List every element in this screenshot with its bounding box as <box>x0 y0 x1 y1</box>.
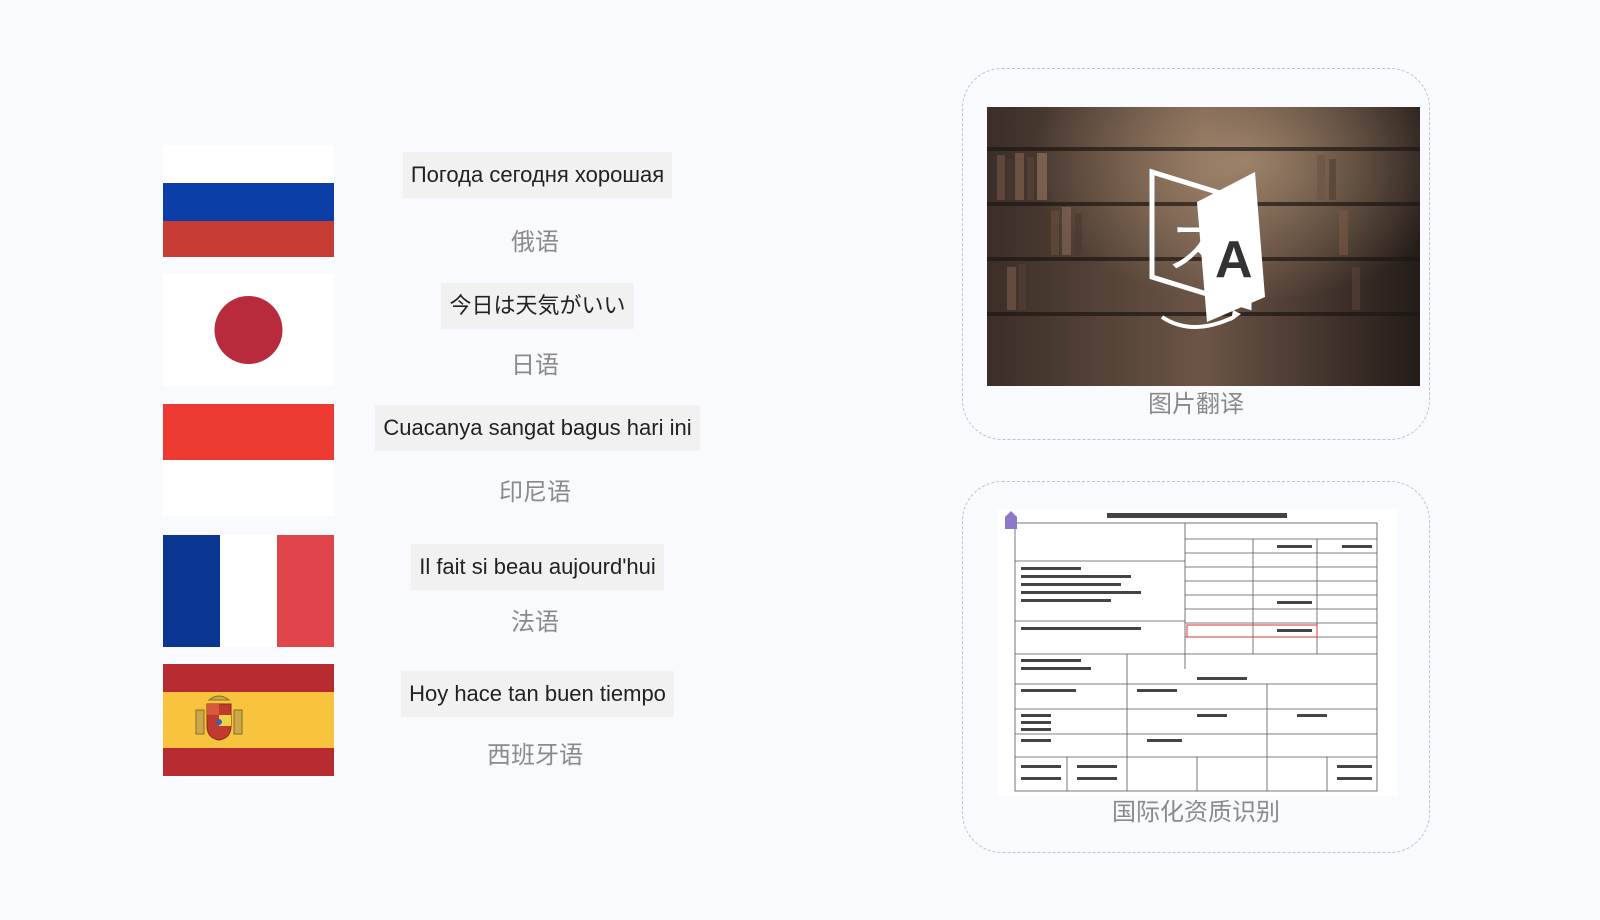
card-caption: 图片翻译 <box>1148 390 1244 418</box>
phrase-text: 今日は天気がいい <box>441 283 634 329</box>
phrase-text: Cuacanya sangat bagus hari ini <box>375 405 700 451</box>
language-label-russian: 俄语 <box>511 228 559 256</box>
france-flag-icon <box>163 535 334 647</box>
phrase-spanish: Hoy hace tan buen tiempo <box>345 671 730 717</box>
phrase-japanese: 今日は天気がいい <box>345 283 730 329</box>
phrase-russian: Погода сегодня хорошая <box>345 152 730 198</box>
document-scan-image <box>997 509 1397 796</box>
phrase-text: Hoy hace tan buen tiempo <box>401 671 674 717</box>
spain-flag-icon <box>163 664 334 776</box>
russia-flag-icon <box>163 145 334 257</box>
phrase-text: Погода сегодня хорошая <box>402 152 673 198</box>
phrase-indonesian: Cuacanya sangat bagus hari ini <box>345 405 730 451</box>
svg-text:A: A <box>1215 231 1253 289</box>
phrase-text: Il fait si beau aujourd'hui <box>411 544 664 590</box>
japan-flag-icon <box>163 274 334 386</box>
language-label-french: 法语 <box>511 608 559 636</box>
image-translation-card[interactable]: ス A 图片翻译 <box>962 68 1430 440</box>
library-translate-photo: ス A <box>987 107 1420 386</box>
card-caption: 国际化资质识别 <box>1112 798 1280 826</box>
language-label-spanish: 西班牙语 <box>487 741 583 769</box>
language-label-japanese: 日语 <box>511 351 559 379</box>
language-label-indonesian: 印尼语 <box>499 478 571 506</box>
indonesia-flag-icon <box>163 404 334 516</box>
phrase-french: Il fait si beau aujourd'hui <box>345 544 730 590</box>
qualification-recognition-card[interactable]: 国际化资质识别 <box>962 481 1430 853</box>
